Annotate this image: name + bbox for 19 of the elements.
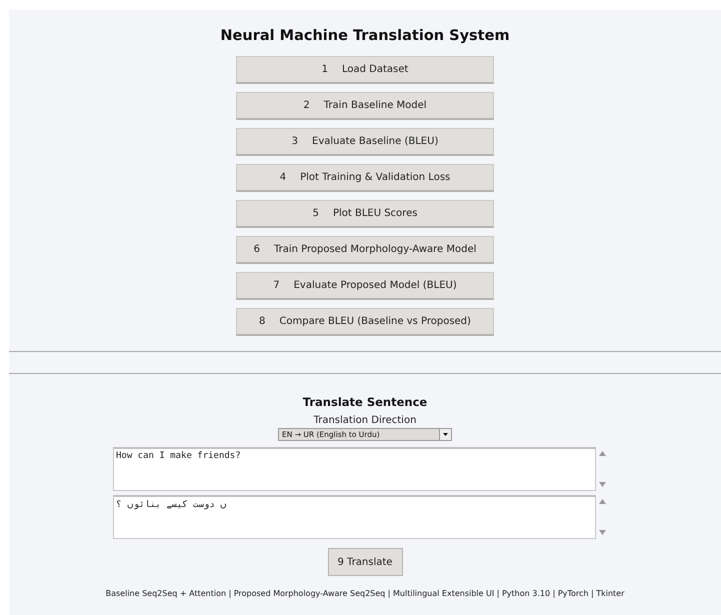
app-title: Neural Machine Translation System	[220, 28, 510, 44]
output-field[interactable]: ں دوست کیسے بنائوں ؟	[113, 495, 596, 539]
scroll-up-icon[interactable]	[599, 451, 606, 456]
action-button[interactable]: 5 Plot BLEU Scores	[236, 200, 494, 228]
action-button[interactable]: 8 Compare BLEU (Baseline vs Proposed)	[236, 308, 494, 336]
action-button[interactable]: 6 Train Proposed Morphology-Aware Model	[236, 236, 494, 264]
action-button[interactable]: 1 Load Dataset	[236, 56, 494, 84]
action-button[interactable]: 7 Evaluate Proposed Model (BLEU)	[236, 272, 494, 300]
field-label: Translation Direction	[314, 415, 416, 426]
action-button[interactable]: 3 Evaluate Baseline (BLEU)	[236, 128, 494, 156]
scroll-down-icon[interactable]	[599, 530, 606, 535]
scroll-down-icon[interactable]	[599, 482, 606, 487]
section-heading: Translate Sentence	[302, 395, 428, 409]
action-button[interactable]: 2 Train Baseline Model	[236, 92, 494, 120]
footer-text: Baseline Seq2Seq + Attention | Proposed Morphology-Aware Seq2Seq | Multilingual Extensible UI | Python 3.10 | PyTorch | Tkinter	[106, 589, 624, 598]
input-field[interactable]: How can I make friends?	[113, 447, 596, 491]
translate-button[interactable]: 9 Translate	[328, 548, 402, 576]
action-button[interactable]: 4 Plot Training & Validation Loss	[236, 164, 494, 192]
scroll-up-icon[interactable]	[599, 499, 606, 504]
